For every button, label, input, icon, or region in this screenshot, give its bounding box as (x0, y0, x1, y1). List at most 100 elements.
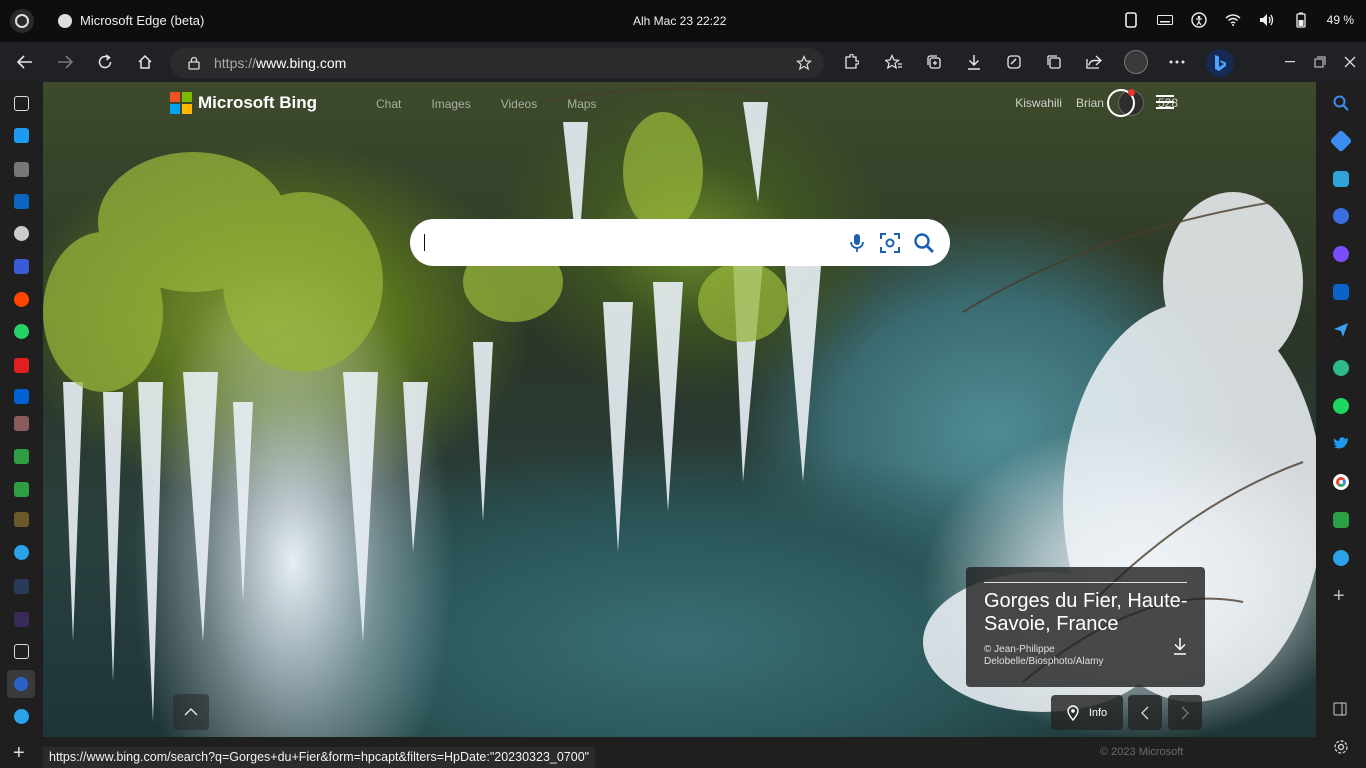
system-tray: 49 % (1123, 12, 1354, 28)
favorites-icon[interactable] (884, 52, 904, 72)
text-caret (424, 234, 425, 251)
tab-icon[interactable] (14, 512, 29, 527)
twitter-icon[interactable] (1333, 436, 1349, 452)
search-icon[interactable] (1333, 95, 1349, 111)
tab-actions-icon[interactable] (1044, 52, 1064, 72)
games-icon[interactable] (1333, 208, 1349, 224)
reddit-tab-icon[interactable] (14, 292, 29, 307)
tree-icon[interactable] (1333, 360, 1349, 376)
active-app[interactable]: Microsoft Edge (beta) (58, 13, 204, 28)
active-tab[interactable] (7, 670, 35, 698)
search-icon[interactable] (913, 232, 935, 254)
previous-image-button[interactable] (1128, 695, 1162, 730)
tab-icon[interactable] (14, 162, 29, 177)
tab-actions-menu-icon[interactable] (14, 96, 29, 111)
screen-icon[interactable] (1123, 12, 1139, 28)
info-label: Info (1088, 706, 1108, 719)
performance-icon[interactable] (1004, 52, 1024, 72)
github-tab-icon[interactable] (14, 226, 29, 241)
add-sidebar-app-icon[interactable]: + (1333, 586, 1345, 606)
tools-icon[interactable] (1333, 171, 1349, 187)
restore-icon[interactable] (1310, 52, 1330, 72)
search-box[interactable] (410, 219, 950, 266)
wifi-icon[interactable] (1225, 12, 1241, 28)
image-caption-card[interactable]: Gorges du Fier, Haute-Savoie, France © J… (966, 567, 1205, 687)
search-tab-icon[interactable] (14, 579, 29, 594)
caption-title[interactable]: Gorges du Fier, Haute-Savoie, France (984, 590, 1194, 636)
twitter-tab-icon[interactable] (14, 128, 29, 143)
profile-icon[interactable] (1124, 50, 1148, 74)
office-icon[interactable] (1333, 246, 1349, 262)
spotify-icon[interactable] (1333, 398, 1349, 414)
microsoft-logo-icon (170, 92, 192, 114)
hide-sidebar-icon[interactable] (1333, 702, 1349, 718)
collections-icon[interactable] (924, 52, 944, 72)
keyboard-icon[interactable] (1156, 12, 1173, 28)
url-text[interactable]: https://www.bing.com (214, 55, 346, 71)
download-icon[interactable] (1173, 637, 1187, 655)
account-area: Kiswahili Brian 528 (1015, 90, 1178, 116)
forward-icon[interactable] (55, 52, 75, 72)
rewards-icon[interactable] (1107, 89, 1135, 117)
user-name[interactable]: Brian (1076, 96, 1104, 110)
scroll-up-button[interactable] (173, 694, 209, 730)
youtube-tab-icon[interactable] (14, 358, 29, 373)
visual-search-icon[interactable] (879, 232, 901, 254)
language-link[interactable]: Kiswahili (1015, 96, 1062, 110)
hamburger-menu-icon[interactable] (1156, 95, 1174, 109)
caption-credit: © Jean-Philippe Delobelle/Biosphoto/Alam… (984, 644, 1104, 667)
outlook-icon[interactable] (1333, 284, 1349, 300)
add-favorite-icon[interactable] (796, 55, 812, 71)
tab-icon[interactable] (14, 709, 29, 724)
microphone-icon[interactable] (846, 232, 868, 254)
refresh-icon[interactable] (95, 52, 115, 72)
system-bar: Microsoft Edge (beta) Alh Mac 23 22:22 4… (0, 0, 1366, 42)
location-pin-icon (1067, 704, 1079, 721)
bing-logo[interactable]: Microsoft Bing (170, 92, 317, 114)
whatsapp-tab-icon[interactable] (14, 324, 29, 339)
accessibility-icon[interactable] (1190, 12, 1207, 28)
tab-icon[interactable] (14, 612, 29, 627)
close-icon[interactable] (1340, 52, 1360, 72)
downloads-icon[interactable] (964, 52, 984, 72)
settings-gear-icon[interactable] (1333, 739, 1349, 755)
extensions-icon[interactable] (841, 52, 861, 72)
bing-chat-icon[interactable] (1206, 49, 1234, 77)
tab-icon[interactable] (14, 416, 29, 431)
more-icon[interactable] (1167, 52, 1187, 72)
app-icon[interactable] (1333, 550, 1349, 566)
chevron-left-icon (1141, 706, 1149, 719)
shield-tab-icon[interactable] (14, 259, 29, 274)
minimize-icon[interactable] (1281, 52, 1301, 72)
battery-icon[interactable] (1293, 12, 1309, 28)
status-bar-url: https://www.bing.com/search?q=Gorges+du+… (43, 747, 596, 768)
address-bar[interactable]: https://www.bing.com (170, 48, 824, 78)
back-icon[interactable] (15, 52, 35, 72)
calendar-tab-icon[interactable] (14, 644, 29, 659)
tab-icon[interactable] (14, 545, 29, 560)
sheets-tab-icon[interactable] (14, 449, 29, 464)
nav-chat[interactable]: Chat (376, 97, 401, 111)
nav-maps[interactable]: Maps (567, 97, 596, 111)
info-button[interactable]: Info (1051, 695, 1123, 730)
volume-icon[interactable] (1259, 12, 1275, 28)
new-tab-icon[interactable]: + (13, 743, 25, 763)
send-icon[interactable] (1333, 322, 1349, 338)
share-icon[interactable] (1084, 52, 1104, 72)
nav-images[interactable]: Images (431, 97, 470, 111)
linkedin-tab-icon[interactable] (14, 194, 29, 209)
chevron-right-icon (1181, 706, 1189, 719)
sheets-icon[interactable] (1333, 512, 1349, 528)
next-image-button[interactable] (1168, 695, 1202, 730)
shopping-icon[interactable] (1329, 129, 1353, 153)
clock[interactable]: Alh Mac 23 22:22 (633, 14, 726, 28)
battery-percent: 49 % (1326, 13, 1354, 27)
sheets-tab-icon[interactable] (14, 482, 29, 497)
lock-icon[interactable] (188, 56, 200, 70)
box-tab-icon[interactable] (14, 389, 29, 404)
edge-app-icon (58, 13, 72, 28)
launcher-icon[interactable] (10, 9, 34, 33)
google-icon[interactable] (1333, 474, 1349, 490)
home-icon[interactable] (135, 52, 155, 72)
nav-videos[interactable]: Videos (501, 97, 537, 111)
